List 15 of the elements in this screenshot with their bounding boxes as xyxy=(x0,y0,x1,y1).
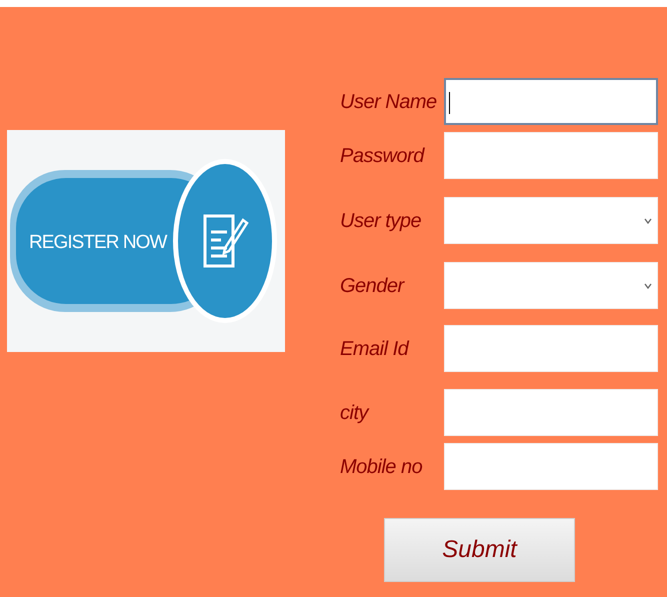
field-label: Email Id xyxy=(340,336,410,362)
input-field[interactable] xyxy=(444,78,658,125)
field-label: Mobile no xyxy=(340,454,424,480)
chevron-down-icon xyxy=(644,218,652,224)
field-label: Password xyxy=(340,144,426,168)
chevron-down-icon xyxy=(644,283,652,289)
field-label: User type xyxy=(340,208,422,234)
dropdown-field[interactable] xyxy=(444,197,658,244)
field-label: User Name xyxy=(340,90,438,114)
submit-button[interactable]: Submit xyxy=(384,518,575,582)
field-label: Gender xyxy=(340,274,406,298)
banner-label: REGISTER NOW xyxy=(29,231,166,255)
field-label: city xyxy=(340,400,370,426)
document-pencil-icon xyxy=(203,212,249,270)
dropdown-field[interactable] xyxy=(444,262,658,309)
